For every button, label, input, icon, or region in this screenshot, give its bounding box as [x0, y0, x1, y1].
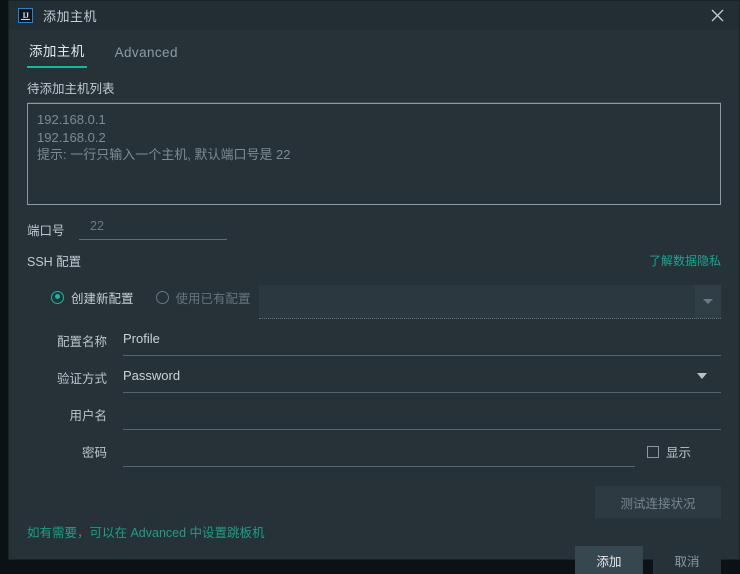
intellij-idea-icon: IJ	[18, 8, 33, 23]
port-input[interactable]: 22	[79, 219, 227, 240]
password-row: 密码 显示	[27, 433, 721, 470]
chevron-down-icon	[703, 299, 713, 304]
port-label: 端口号	[27, 223, 65, 238]
ssh-profile-form: 配置名称 Profile 验证方式 Password 用户名 密码 显示	[27, 322, 721, 470]
profile-name-label: 配置名称	[56, 335, 107, 349]
add-button[interactable]: 添加	[575, 546, 643, 574]
auth-method-select[interactable]: Password	[123, 363, 721, 393]
add-host-dialog: IJ 添加主机 添加主机 Advanced 待添加主机列表 192.168.0.…	[8, 0, 740, 574]
password-input[interactable]	[123, 437, 635, 467]
dialog-titlebar: IJ 添加主机	[9, 1, 739, 30]
host-placeholder-line-2: 192.168.0.2	[37, 129, 106, 145]
auth-method-label: 验证方式	[56, 372, 107, 386]
chevron-down-icon	[697, 372, 707, 379]
host-list-label: 待添加主机列表	[27, 82, 115, 96]
close-icon[interactable]	[695, 1, 739, 30]
profile-name-input[interactable]: Profile	[123, 326, 721, 356]
checkbox-unchecked-icon	[647, 445, 659, 458]
ssh-config-header: SSH 配置 了解数据隐私	[27, 251, 721, 269]
auth-method-row: 验证方式 Password	[27, 359, 721, 396]
existing-profile-dropdown-button[interactable]	[695, 285, 721, 318]
show-password-label: 显示	[666, 446, 692, 460]
advanced-jump-host-hint: 如有需要，可以在 Advanced 中设置跳板机	[27, 526, 265, 540]
username-input[interactable]	[123, 400, 721, 430]
radio-use-existing-profile-label: 使用已有配置	[175, 291, 251, 306]
tab-bar: 添加主机 Advanced	[27, 30, 721, 68]
radio-use-existing-profile[interactable]: 使用已有配置	[155, 288, 251, 307]
dialog-footer-buttons: 添加 取消	[575, 546, 721, 574]
radio-create-new-profile-label: 创建新配置	[71, 291, 134, 306]
tab-add-host[interactable]: 添加主机	[27, 40, 87, 68]
host-placeholder-line-3: 提示: 一行只输入一个主机, 默认端口号是 22	[37, 147, 291, 162]
ssh-config-title: SSH 配置	[27, 254, 82, 269]
tab-bar-divider	[27, 102, 721, 103]
radio-unselected-icon	[155, 290, 169, 304]
host-list-textarea[interactable]: 192.168.0.1 192.168.0.2 提示: 一行只输入一个主机, 默…	[27, 103, 721, 205]
port-row: 端口号 22	[27, 218, 721, 240]
host-placeholder-line-1: 192.168.0.1	[37, 112, 106, 127]
radio-create-new-profile[interactable]: 创建新配置	[51, 288, 134, 307]
data-privacy-link[interactable]: 了解数据隐私	[649, 252, 721, 269]
profile-name-row: 配置名称 Profile	[27, 322, 721, 359]
username-label: 用户名	[69, 409, 107, 423]
auth-method-value: Password	[123, 368, 181, 383]
show-password-checkbox[interactable]: 显示	[647, 442, 721, 461]
dialog-body: 添加主机 Advanced 待添加主机列表 192.168.0.1 192.16…	[9, 30, 739, 574]
test-connection-button[interactable]: 测试连接状况	[595, 486, 721, 518]
existing-profile-combobox[interactable]	[259, 285, 721, 319]
password-label: 密码	[81, 446, 107, 460]
tab-advanced[interactable]: Advanced	[113, 45, 180, 68]
cancel-button[interactable]: 取消	[653, 546, 721, 574]
radio-selected-icon	[51, 290, 64, 304]
dialog-title: 添加主机	[43, 9, 98, 24]
username-row: 用户名	[27, 396, 721, 433]
